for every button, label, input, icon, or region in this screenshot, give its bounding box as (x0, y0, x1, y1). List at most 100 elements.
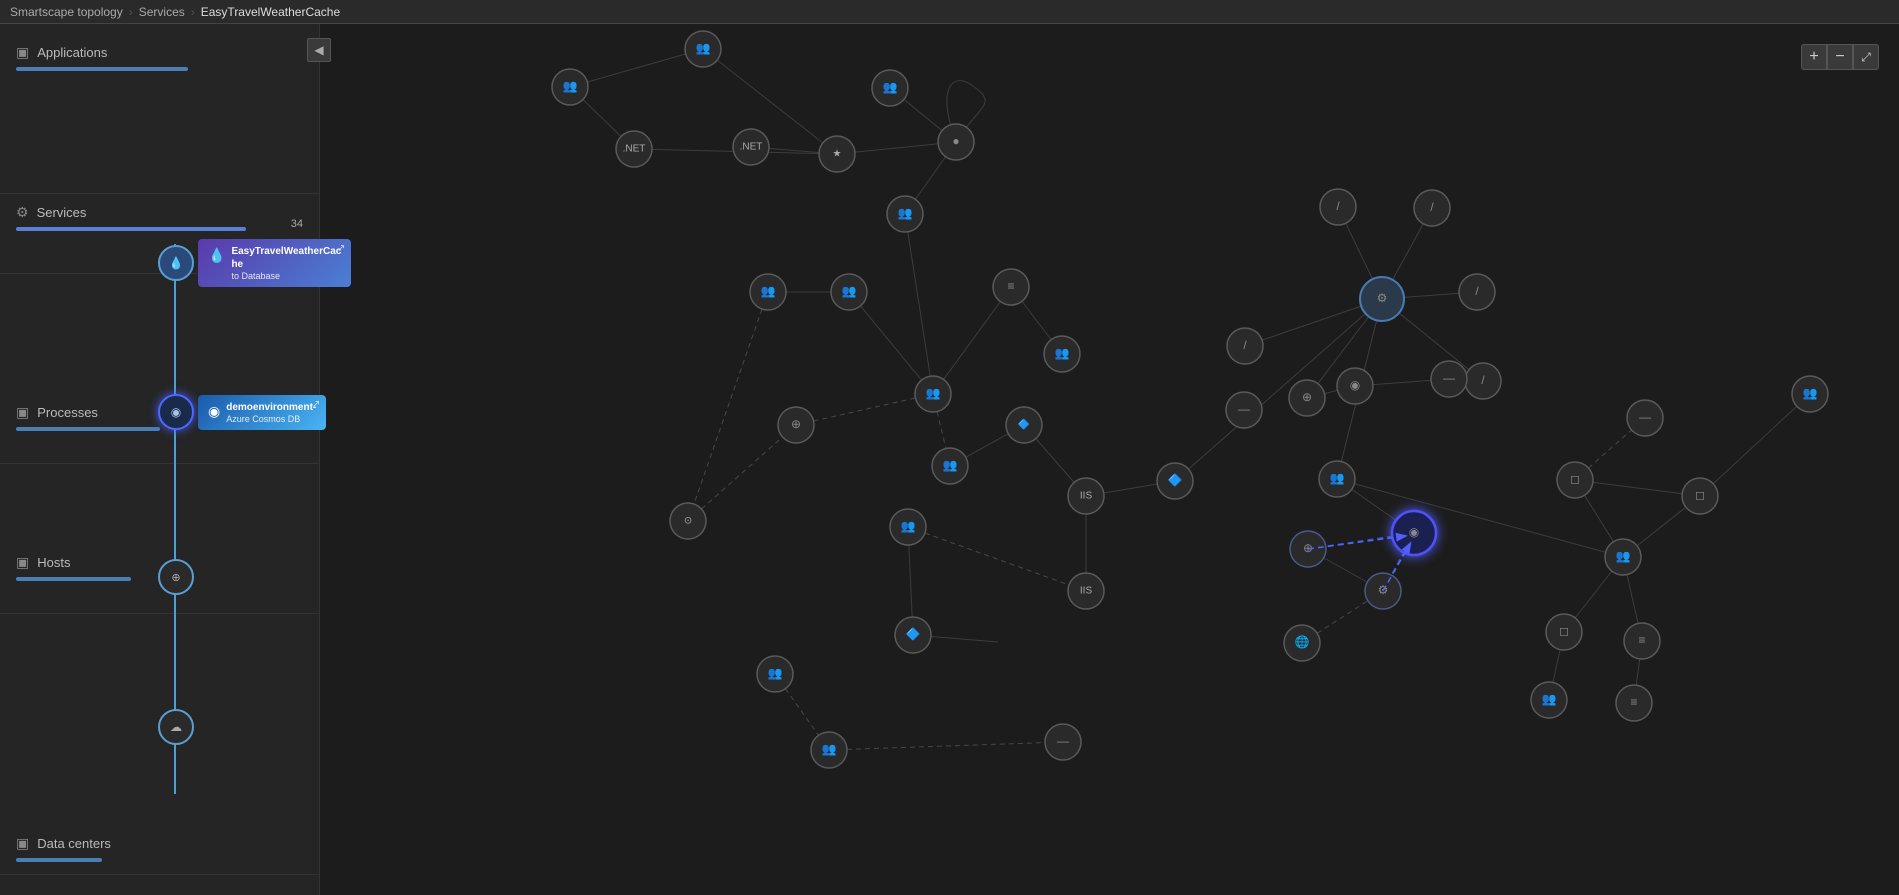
services-title: Services (37, 205, 87, 220)
service-node-4[interactable]: ☁ (158, 709, 194, 745)
svg-text:—: — (1238, 402, 1250, 416)
breadcrumb-current: EasyTravelWeatherCache (201, 5, 340, 19)
svg-text:👥: 👥 (901, 519, 916, 533)
hosts-title: Hosts (37, 555, 70, 570)
sidebar-section-applications: ▣ Applications (0, 24, 319, 194)
topo-node-n3[interactable]: 👥 (872, 70, 908, 106)
svg-text:≡: ≡ (1630, 695, 1637, 709)
processes-bar (16, 427, 160, 431)
svg-text:≡: ≡ (1638, 633, 1645, 647)
topology-canvas: + − ⤢ .topo-node { cursor: pointer; } .t… (320, 24, 1899, 895)
topo-node-n43[interactable]: — (1627, 400, 1663, 436)
breadcrumb-bar: Smartscape topology › Services › EasyTra… (0, 0, 1899, 24)
topo-node-n34[interactable]: — (1226, 392, 1262, 428)
topo-node-n20[interactable]: 🔷 (1157, 463, 1193, 499)
topo-node-n31[interactable]: / (1465, 363, 1501, 399)
topo-node-n37[interactable]: 🌐 (1284, 625, 1320, 661)
zoom-out-button[interactable]: − (1827, 44, 1853, 70)
svg-text:👥: 👥 (883, 80, 898, 94)
topo-node-n19[interactable]: IIS (1068, 478, 1104, 514)
topo-node-n16[interactable]: 👥 (932, 448, 968, 484)
topo-node-n29[interactable]: / (1414, 190, 1450, 226)
svg-text:👥: 👥 (1330, 471, 1345, 485)
topo-node-n30[interactable]: / (1459, 274, 1495, 310)
topo-node-n7[interactable]: ● (938, 124, 974, 160)
topo-node-n10[interactable]: 👥 (915, 376, 951, 412)
topo-node-n46[interactable]: ≡ (1616, 685, 1652, 721)
svg-text:👥: 👥 (1542, 692, 1557, 706)
topo-node-n33[interactable]: 👥 (1319, 461, 1355, 497)
weather-cache-card[interactable]: 💧 EasyTravelWeatherCache to Database ↗ (198, 239, 351, 287)
topo-node-n14[interactable]: 👥 (1044, 336, 1080, 372)
breadcrumb-sep-1: › (129, 5, 133, 19)
svg-text:👥: 👥 (1616, 549, 1631, 563)
topo-node-n25[interactable]: 👥 (811, 732, 847, 768)
services-count: 34 (291, 218, 303, 230)
svg-text:👥: 👥 (943, 458, 958, 472)
topo-node-hub3[interactable]: ◉ (1337, 368, 1373, 404)
zoom-in-button[interactable]: + (1801, 44, 1827, 70)
topo-node-n39[interactable]: ◻ (1546, 614, 1582, 650)
topo-node-hub2[interactable]: ⊕ (1289, 380, 1325, 416)
cosmos-circle[interactable]: ◉ (158, 394, 194, 430)
hosts-bar (16, 577, 131, 581)
topo-node-n41[interactable]: ◻ (1682, 478, 1718, 514)
sidebar-collapse-button[interactable]: ◀ (307, 38, 331, 62)
service-node-cosmos[interactable]: ◉ ◉ demoenvironment- Azure Cosmos DB ↗ (158, 394, 322, 430)
topo-node-n17[interactable]: 🔷 (1006, 407, 1042, 443)
topo-node-hub1[interactable]: ⚙ (1360, 277, 1404, 321)
service-node-weather-cache[interactable]: 💧 💧 EasyTravelWeatherCache to Database ↗ (158, 239, 347, 287)
topo-node-n42[interactable]: ◻ (1557, 462, 1593, 498)
topo-node-n44[interactable]: 👥 (1792, 376, 1828, 412)
topo-node-n38[interactable]: 👥 (1605, 539, 1641, 575)
svg-text:◉: ◉ (1350, 378, 1360, 392)
svg-text:IIS: IIS (1080, 491, 1093, 502)
applications-title: Applications (37, 45, 107, 60)
topo-node-n2[interactable]: 👥 (685, 31, 721, 67)
topo-node-n13[interactable]: ⊕ (778, 407, 814, 443)
topo-node-selected[interactable]: ◉ (1392, 511, 1436, 555)
svg-text:IIS: IIS (1080, 586, 1093, 597)
svg-text:🔷: 🔷 (1018, 418, 1030, 431)
topo-node-n6[interactable]: ★ (819, 136, 855, 172)
breadcrumb-smartscape[interactable]: Smartscape topology (10, 5, 123, 19)
topo-node-n15[interactable]: ⊙ (670, 503, 706, 539)
svg-text:⊕: ⊕ (1302, 390, 1312, 404)
topo-node-n27[interactable]: / (1227, 328, 1263, 364)
svg-text:⚙: ⚙ (1377, 291, 1388, 305)
topo-node-n22[interactable]: 🔷 (895, 617, 931, 653)
topo-node-n4[interactable]: .NET (616, 131, 652, 167)
topo-node-n28[interactable]: / (1320, 189, 1356, 225)
zoom-controls: + − ⤢ (1801, 44, 1879, 70)
breadcrumb-services[interactable]: Services (139, 5, 185, 19)
topo-node-n1[interactable]: 👥 (552, 69, 588, 105)
datacenters-title: Data centers (37, 836, 111, 851)
applications-icon: ▣ (16, 44, 29, 61)
svg-text:👥: 👥 (696, 41, 711, 55)
topo-node-n26[interactable]: — (1045, 724, 1081, 760)
topo-node-n24[interactable]: 👥 (757, 656, 793, 692)
zoom-fit-button[interactable]: ⤢ (1853, 44, 1879, 70)
weather-cache-circle[interactable]: 💧 (158, 245, 194, 281)
svg-text:.NET: .NET (740, 142, 763, 153)
topo-node-n21[interactable]: IIS (1068, 573, 1104, 609)
node4-circle[interactable]: ☁ (158, 709, 194, 745)
topo-node-n5[interactable]: .NET (733, 129, 769, 165)
weather-cache-subtitle: to Database (231, 271, 341, 281)
topo-node-n12[interactable]: 👥 (750, 274, 786, 310)
topo-node-n18[interactable]: 👥 (890, 509, 926, 545)
svg-text:👥: 👥 (822, 742, 837, 756)
topo-node-n40[interactable]: ≡ (1624, 623, 1660, 659)
cosmos-card[interactable]: ◉ demoenvironment- Azure Cosmos DB ↗ (198, 395, 326, 430)
svg-text:≡: ≡ (1007, 279, 1014, 293)
topo-node-n32[interactable]: — (1431, 361, 1467, 397)
topo-node-n9[interactable]: ≡ (993, 269, 1029, 305)
service-node-3[interactable]: ⊕ (158, 559, 194, 595)
topo-node-n45[interactable]: 👥 (1531, 682, 1567, 718)
node3-circle[interactable]: ⊕ (158, 559, 194, 595)
svg-text:👥: 👥 (1803, 386, 1818, 400)
svg-text:👥: 👥 (761, 284, 776, 298)
topo-node-n11[interactable]: 👥 (831, 274, 867, 310)
topo-node-n8[interactable]: 👥 (887, 196, 923, 232)
svg-text:👥: 👥 (842, 284, 857, 298)
